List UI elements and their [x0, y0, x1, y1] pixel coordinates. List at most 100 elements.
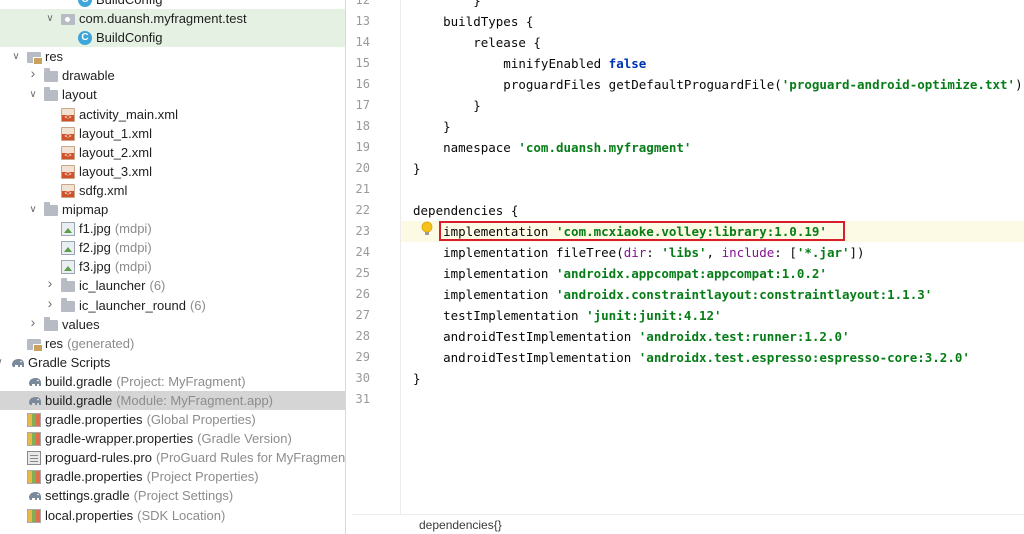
code-line[interactable]: androidTestImplementation 'androidx.test… [401, 347, 1024, 368]
code-line[interactable]: implementation 'androidx.appcompat:appco… [401, 263, 1024, 284]
code-token: ) [1015, 77, 1023, 92]
tree-item[interactable]: f1.jpg (mdpi) [0, 219, 345, 238]
resource-folder-icon [27, 338, 43, 352]
tree-item-label: Gradle Scripts [28, 354, 111, 370]
tree-item[interactable]: ∨ res [0, 47, 345, 66]
tree-item[interactable]: C BuildConfig [0, 0, 345, 9]
tree-item[interactable]: ∨ Gradle Scripts [0, 353, 345, 372]
code-line[interactable]: } [401, 158, 1024, 179]
code-line[interactable]: } [401, 368, 1024, 389]
code-line[interactable]: buildTypes { [401, 11, 1024, 32]
gutter-line[interactable]: 19 [352, 137, 400, 158]
chevron-down-icon[interactable]: ∨ [28, 90, 38, 100]
tree-item[interactable]: C BuildConfig [0, 28, 345, 48]
chevron-down-icon[interactable]: ∨ [45, 14, 55, 24]
code-line[interactable]: proguardFiles getDefaultProguardFile('pr… [401, 74, 1024, 95]
tree-item[interactable]: f2.jpg (mdpi) [0, 238, 345, 257]
code-editor[interactable]: } buildTypes { release { minifyEnabled f… [401, 0, 1024, 514]
tree-item[interactable]: build.gradle (Project: MyFragment) [0, 372, 345, 391]
tree-item[interactable]: › ic_launcher (6) [0, 276, 345, 295]
gutter-line[interactable]: 23 [352, 221, 400, 242]
resource-folder-icon [27, 52, 43, 66]
code-line[interactable]: testImplementation 'junit:junit:4.12' [401, 305, 1024, 326]
tree-item[interactable]: layout_3.xml [0, 162, 345, 181]
tree-item-text: com.duansh.myfragment.test [79, 11, 247, 26]
tree-item[interactable]: layout_2.xml [0, 143, 345, 162]
tree-item[interactable]: › ic_launcher_round (6) [0, 296, 345, 315]
gutter-line[interactable]: 17 [352, 95, 411, 116]
code-line[interactable]: androidTestImplementation 'androidx.test… [401, 326, 1024, 347]
code-line[interactable]: namespace 'com.duansh.myfragment' [401, 137, 1024, 158]
gutter-line[interactable]: 14 [352, 32, 411, 53]
code-line[interactable]: implementation fileTree(dir: 'libs', inc… [401, 242, 1024, 263]
tree-item[interactable]: settings.gradle (Project Settings) [0, 486, 345, 505]
tree-item-label: layout_1.xml [79, 125, 152, 141]
tree-item[interactable]: gradle.properties (Project Properties) [0, 467, 345, 486]
gutter-line[interactable]: 24 [352, 242, 400, 263]
tree-item[interactable]: build.gradle (Module: MyFragment.app) [0, 390, 345, 411]
code-line[interactable]: } [401, 116, 1024, 137]
code-line[interactable] [401, 179, 1024, 200]
tree-item-label: values [62, 316, 100, 332]
chevron-right-icon[interactable]: › [28, 66, 38, 80]
gutter-line[interactable]: 25 [352, 263, 400, 284]
code-line[interactable] [401, 389, 1024, 410]
code-line[interactable]: release { [401, 32, 1024, 53]
string-token: 'libs' [661, 245, 707, 260]
gutter-line[interactable]: 27 [352, 305, 400, 326]
gutter-line[interactable]: 13 [352, 11, 411, 32]
gutter-line[interactable]: 29 [352, 347, 400, 368]
tree-item[interactable]: local.properties (SDK Location) [0, 506, 345, 525]
tree-item[interactable]: sdfg.xml [0, 181, 345, 200]
chevron-down-icon[interactable]: ∨ [11, 52, 21, 62]
chevron-right-icon[interactable]: › [28, 315, 38, 329]
tree-item-label: mipmap [62, 202, 109, 218]
gutter-line[interactable]: 20 [352, 158, 411, 179]
tree-item-text: drawable [62, 68, 115, 83]
code-line[interactable]: } [401, 95, 1024, 116]
code-token: } [413, 98, 481, 113]
chevron-down-icon[interactable]: ∨ [28, 205, 38, 215]
text-file-icon [27, 451, 41, 466]
tree-item[interactable]: gradle-wrapper.properties (Gradle Version… [0, 429, 345, 448]
code-line[interactable]: minifyEnabled false [401, 53, 1024, 74]
tree-item-text: layout_2.xml [79, 145, 152, 160]
tree-item-label: gradle.properties [45, 412, 143, 428]
chevron-right-icon[interactable]: › [45, 276, 55, 290]
gutter-line[interactable]: 28 [352, 326, 400, 347]
tree-item[interactable]: gradle.properties (Global Properties) [0, 410, 345, 429]
code-line[interactable]: } [401, 0, 1024, 11]
tree-item[interactable]: ∨ mipmap [0, 200, 345, 219]
code-token: } [413, 371, 421, 386]
line-number: 23 [355, 224, 370, 238]
lightbulb-icon[interactable] [420, 221, 434, 237]
tree-item[interactable]: › drawable [0, 66, 345, 85]
tree-item[interactable]: › values [0, 315, 345, 334]
tree-item[interactable]: layout_1.xml [0, 124, 345, 143]
gutter-line[interactable]: 12 [352, 0, 400, 11]
line-number: 30 [355, 371, 370, 385]
tree-item-text: build.gradle (Module: MyFragment.app) [45, 393, 273, 408]
panel-divider[interactable] [345, 0, 346, 534]
gutter-line[interactable]: 26 [352, 284, 400, 305]
gutter-line[interactable]: 15 [352, 53, 400, 74]
code-line[interactable]: implementation 'androidx.constraintlayou… [401, 284, 1024, 305]
gradle-icon [27, 394, 41, 408]
tree-item[interactable]: ∨ com.duansh.myfragment.test [0, 9, 345, 29]
gutter-line[interactable]: 22 [352, 200, 411, 221]
tree-item-text: layout_3.xml [79, 164, 152, 179]
chevron-down-icon[interactable]: ∨ [0, 357, 4, 368]
tree-item[interactable]: ∨ layout [0, 85, 345, 104]
gutter-line[interactable]: 21 [352, 179, 400, 200]
tree-item[interactable]: activity_main.xml [0, 105, 345, 124]
gutter-line[interactable]: 16 [352, 74, 400, 95]
tree-item[interactable]: f3.jpg (mdpi) [0, 257, 345, 276]
code-line[interactable]: dependencies { [401, 200, 1024, 221]
gutter-line[interactable]: 30 [352, 368, 411, 389]
gutter-line[interactable]: 31 [352, 389, 400, 410]
tree-item[interactable]: res (generated) [0, 334, 345, 353]
breadcrumb[interactable]: dependencies{} [419, 518, 502, 532]
gutter-line[interactable]: 18 [352, 116, 400, 137]
tree-item[interactable]: proguard-rules.pro (ProGuard Rules for My… [0, 448, 345, 467]
chevron-right-icon[interactable]: › [45, 296, 55, 310]
